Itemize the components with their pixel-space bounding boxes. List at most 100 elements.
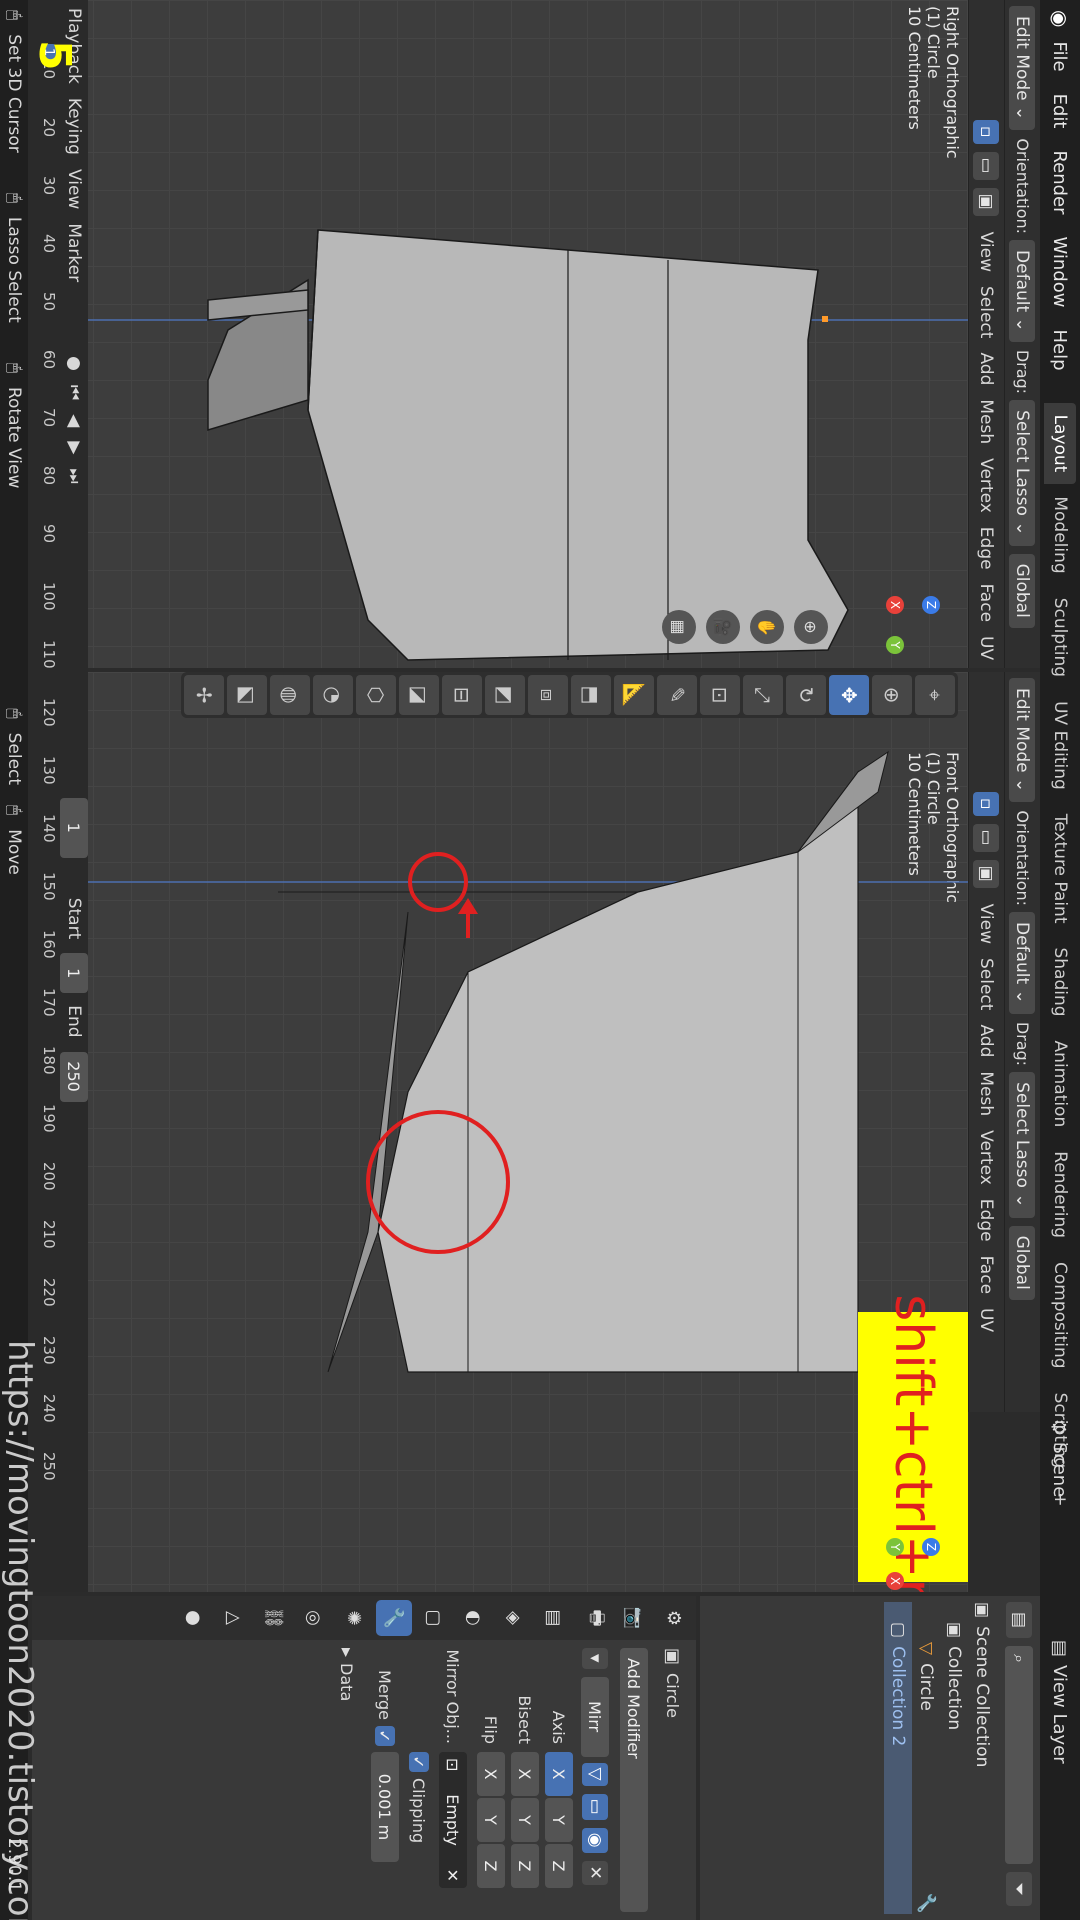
data-subpanel[interactable]: ▸ Data: [332, 1648, 362, 1912]
tool-tab-icon[interactable]: ⚙: [656, 1600, 692, 1636]
outliner-display-mode-icon[interactable]: ▤: [1006, 1602, 1032, 1639]
tab-sculpting[interactable]: Sculpting: [1044, 586, 1076, 689]
left-gizmo-y[interactable]: Y: [886, 636, 904, 654]
left-menu-select[interactable]: Select: [977, 286, 997, 338]
tab-animation[interactable]: Animation: [1044, 1029, 1076, 1140]
left-menu-edge[interactable]: Edge: [977, 527, 997, 570]
left-nav-gizmo[interactable]: X Z Y: [850, 560, 940, 654]
right-menu-face[interactable]: Face: [977, 1256, 997, 1294]
right-menu-vertex[interactable]: Vertex: [977, 1130, 997, 1185]
modifier-name-field[interactable]: Mirr: [581, 1676, 609, 1757]
tab-layout[interactable]: Layout: [1044, 402, 1076, 485]
menu-render[interactable]: Render: [1050, 150, 1071, 214]
render-toggle-icon[interactable]: ◉: [582, 1827, 608, 1853]
output-tab-icon[interactable]: 🖶: [576, 1600, 612, 1636]
left-menu-face[interactable]: Face: [977, 584, 997, 622]
end-frame-field[interactable]: 250: [60, 1051, 88, 1102]
blender-logo-icon[interactable]: ◉: [1048, 10, 1072, 27]
merge-checkbox[interactable]: ✓: [375, 1726, 395, 1746]
menu-edit[interactable]: Edit: [1050, 94, 1071, 129]
timeline-menu-marker[interactable]: Marker: [64, 223, 84, 282]
tab-texture-paint[interactable]: Texture Paint: [1044, 802, 1076, 936]
outliner-row-collection-2[interactable]: ▢ Collection 2: [884, 1602, 912, 1914]
outliner-row-circle[interactable]: ▽ Circle 🔧: [912, 1602, 940, 1914]
modifier-tab-icon[interactable]: 🔧: [376, 1600, 412, 1636]
editmode-toggle-icon[interactable]: ▽: [582, 1762, 608, 1786]
camera-icon[interactable]: 🎥: [706, 610, 740, 644]
flip-z-toggle[interactable]: Z: [477, 1844, 505, 1888]
zoom-icon[interactable]: ⊕: [794, 610, 828, 644]
particles-tab-icon[interactable]: ✺: [336, 1600, 372, 1636]
timeline-menu-view[interactable]: View: [64, 169, 84, 209]
left-mode-select[interactable]: Edit Mode ⌄: [1009, 6, 1036, 131]
clipping-checkbox[interactable]: ✓: [409, 1752, 429, 1772]
right-menu-uv[interactable]: UV: [977, 1308, 997, 1332]
left-gizmo-z[interactable]: Z: [922, 596, 940, 614]
left-gizmo-x[interactable]: X: [886, 596, 904, 614]
scene-selector[interactable]: ⛭ Scene: [1050, 1420, 1071, 1497]
clear-icon[interactable]: ✕: [444, 1869, 463, 1882]
right-menu-edge[interactable]: Edge: [977, 1199, 997, 1242]
properties-editor[interactable]: ⚙ 📷 🖶 ▤ ◈ ◐ ▢ 🔧 ✺ ◎ ⛓ △ ● ▣ Circle Add M…: [32, 1596, 696, 1920]
axis-x-toggle[interactable]: X: [545, 1752, 573, 1796]
face-select-icon[interactable]: ▣: [973, 187, 1000, 216]
right-menu-add[interactable]: Add: [977, 1024, 997, 1057]
add-modifier-button[interactable]: Add Modifier: [620, 1648, 648, 1912]
bisect-z-toggle[interactable]: Z: [511, 1844, 539, 1888]
axis-z-toggle[interactable]: Z: [545, 1844, 573, 1888]
right-menu-mesh[interactable]: Mesh: [977, 1071, 997, 1116]
left-menu-uv[interactable]: UV: [977, 636, 997, 660]
menu-help[interactable]: Help: [1050, 330, 1071, 371]
menu-window[interactable]: Window: [1050, 237, 1071, 308]
mirror-object-field[interactable]: ⊡ Empty ✕: [439, 1752, 467, 1888]
grid-icon[interactable]: ▦: [662, 610, 696, 644]
left-menu-vertex[interactable]: Vertex: [977, 458, 997, 513]
bisect-x-toggle[interactable]: X: [511, 1752, 539, 1796]
tab-modeling[interactable]: Modeling: [1044, 484, 1076, 585]
left-menu-view[interactable]: View: [977, 232, 997, 272]
merge-distance-field[interactable]: 0.001 m: [371, 1752, 399, 1862]
right-drag-select[interactable]: Select Lasso ⌄: [1009, 1072, 1036, 1218]
constraints-tab-icon[interactable]: ⛓: [256, 1600, 292, 1636]
right-transform-orientation[interactable]: Global: [1009, 1225, 1036, 1300]
vertex-select-icon[interactable]: ▫: [973, 120, 1000, 144]
right-gizmo-x[interactable]: X: [886, 1572, 904, 1590]
record-icon[interactable]: ●: [64, 356, 84, 371]
right-viewport-front-ortho[interactable]: Front Orthographic (1) Circle 10 Centime…: [88, 672, 968, 1592]
scene-tab-icon[interactable]: ◈: [496, 1600, 532, 1636]
outliner-search-input[interactable]: ⌕: [1005, 1646, 1033, 1865]
tab-rendering[interactable]: Rendering: [1044, 1139, 1076, 1250]
left-orientation-select[interactable]: Default ⌄: [1009, 240, 1036, 342]
play-icon[interactable]: ▶: [64, 441, 84, 454]
view-layer-tab-icon[interactable]: ▤: [536, 1600, 572, 1636]
render-tab-icon[interactable]: 📷: [616, 1600, 652, 1636]
right-gizmo-z[interactable]: Z: [922, 1538, 940, 1556]
right-menu-select[interactable]: Select: [977, 958, 997, 1010]
data-tab-icon[interactable]: △: [216, 1600, 252, 1636]
axis-y-toggle[interactable]: Y: [545, 1798, 573, 1842]
right-menu-view[interactable]: View: [977, 904, 997, 944]
tab-shading[interactable]: Shading: [1044, 935, 1076, 1028]
right-vertex-select-icon[interactable]: ▫: [973, 792, 1000, 816]
edge-select-icon[interactable]: ▭: [973, 151, 1000, 180]
start-frame-field[interactable]: 1: [60, 953, 88, 994]
menu-file[interactable]: File: [1050, 41, 1071, 71]
material-tab-icon[interactable]: ●: [176, 1600, 212, 1636]
expand-icon[interactable]: ▾: [582, 1648, 608, 1669]
object-tab-icon[interactable]: ▢: [416, 1600, 452, 1636]
left-drag-select[interactable]: Select Lasso ⌄: [1009, 400, 1036, 546]
outliner[interactable]: ▤ ⌕ ⏷ ▣ Scene Collection ▣ Collection ▽ …: [700, 1596, 1040, 1920]
left-menu-add[interactable]: Add: [977, 352, 997, 385]
outliner-row-collection[interactable]: ▣ Collection: [940, 1602, 968, 1914]
filter-icon[interactable]: ⏷: [1006, 1872, 1032, 1906]
bisect-y-toggle[interactable]: Y: [511, 1798, 539, 1842]
left-menu-mesh[interactable]: Mesh: [977, 399, 997, 444]
right-gizmo-y[interactable]: Y: [886, 1538, 904, 1556]
current-frame-field[interactable]: 1: [60, 797, 88, 858]
left-viewport-right-ortho[interactable]: Right Orthographic (1) Circle 10 Centime…: [88, 0, 968, 668]
physics-tab-icon[interactable]: ◎: [296, 1600, 332, 1636]
close-icon[interactable]: ✕: [582, 1860, 608, 1885]
view-layer-selector[interactable]: ▤ View Layer: [1050, 1640, 1071, 1764]
tab-compositing[interactable]: Compositing: [1044, 1250, 1076, 1381]
right-nav-gizmo[interactable]: Y Z X: [850, 1502, 940, 1592]
